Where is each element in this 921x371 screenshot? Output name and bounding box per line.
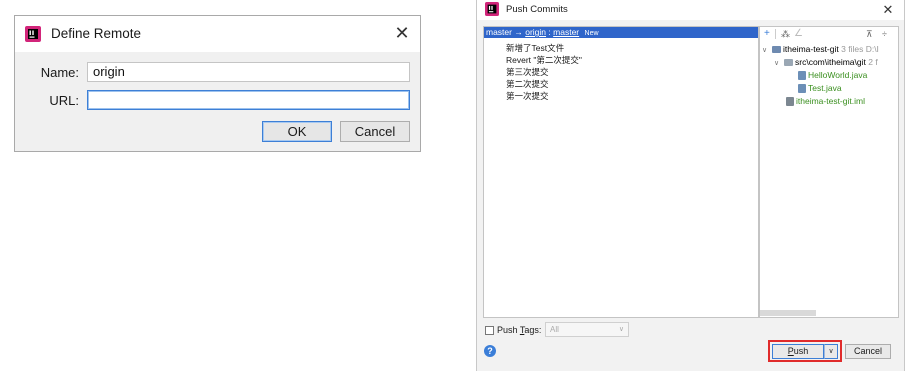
push-commits-dialog: Push Commits ✕ master → origin : master … — [476, 0, 905, 371]
dialog-titlebar: Define Remote ✕ — [15, 16, 420, 52]
label-part: Push — [497, 325, 520, 335]
edit-icon[interactable]: ∠ — [794, 28, 803, 40]
commits-list[interactable]: master → origin : master New 新增了Test文件 R… — [483, 26, 759, 318]
chevron-down-icon[interactable]: ∨ — [774, 58, 782, 69]
commit-item[interactable]: 新增了Test文件 — [506, 42, 564, 54]
cancel-button[interactable]: Cancel — [845, 344, 891, 359]
file-name: HelloWorld.java — [808, 70, 868, 80]
new-badge: New — [584, 30, 599, 37]
commit-item[interactable]: 第一次提交 — [506, 90, 549, 102]
tree-file[interactable]: HelloWorld.java — [798, 70, 867, 81]
help-icon[interactable]: ? — [484, 345, 496, 357]
file-name: itheima-test-git.iml — [796, 96, 865, 106]
commit-item[interactable]: Revert "第二次提交" — [506, 54, 582, 66]
define-remote-dialog: Define Remote ✕ Name: origin URL: OK Can… — [14, 15, 421, 152]
push-dropdown-button[interactable]: ∨ — [824, 344, 838, 359]
iml-file-icon — [786, 97, 794, 107]
branch-row[interactable]: master → origin : master New — [484, 27, 758, 38]
root-name: itheima-test-git — [783, 44, 839, 54]
changes-tree[interactable]: + ⁂ ∠ ⊼ ÷ ∨ itheima-test-git 3 files D:\I… — [759, 26, 899, 318]
file-name: Test.java — [808, 83, 842, 93]
tree-folder[interactable]: ∨ src\com\itheima\git 2 f — [774, 57, 878, 69]
folder-icon — [784, 59, 793, 67]
folder-meta: 2 f — [868, 57, 878, 67]
folder-name: src\com\itheima\git — [795, 57, 866, 67]
arrow-icon: → — [514, 27, 523, 37]
chevron-down-icon: ∨ — [618, 326, 624, 333]
commit-item[interactable]: 第二次提交 — [506, 78, 549, 90]
name-label: Name: — [40, 65, 79, 80]
expand-all-icon[interactable]: ⊼ — [866, 28, 873, 40]
tree-root[interactable]: ∨ itheima-test-git 3 files D:\I — [762, 44, 879, 56]
module-folder-icon — [772, 46, 781, 54]
push-button[interactable]: Push — [772, 344, 824, 359]
tags-select-value: All — [550, 325, 559, 334]
intellij-app-icon — [25, 26, 41, 42]
tree-file[interactable]: Test.java — [798, 83, 842, 94]
close-icon[interactable]: ✕ — [881, 2, 895, 18]
url-label: URL: — [49, 93, 79, 108]
tree-toolbar: + ⁂ ∠ ⊼ ÷ — [760, 27, 898, 42]
chevron-down-icon[interactable]: ∨ — [762, 45, 770, 56]
java-file-icon — [798, 71, 806, 81]
ok-button[interactable]: OK — [262, 121, 332, 142]
label-part: ags: — [524, 325, 542, 335]
name-field[interactable]: origin — [87, 62, 410, 82]
dialog-title: Define Remote — [51, 26, 142, 41]
push-tags-label: Push Tags: — [497, 325, 541, 335]
intellij-app-icon — [485, 2, 499, 16]
commit-item[interactable]: 第三次提交 — [506, 66, 549, 78]
cancel-button[interactable]: Cancel — [340, 121, 410, 142]
dialog-title: Push Commits — [506, 4, 568, 15]
chevron-down-icon: ∨ — [828, 348, 834, 355]
remote-link[interactable]: origin — [525, 27, 546, 37]
close-icon[interactable]: ✕ — [391, 22, 413, 44]
toolbar-divider — [775, 29, 776, 39]
push-tags-checkbox[interactable] — [485, 326, 494, 335]
dialog-titlebar: Push Commits ✕ — [477, 0, 904, 20]
horizontal-scrollbar[interactable] — [760, 310, 816, 316]
java-file-icon — [798, 84, 806, 94]
url-field[interactable] — [87, 90, 410, 110]
push-label: ush — [793, 346, 809, 356]
tree-file[interactable]: itheima-test-git.iml — [786, 96, 865, 107]
local-branch: master — [486, 27, 512, 37]
remote-branch-link[interactable]: master — [553, 27, 579, 37]
add-icon[interactable]: + — [764, 28, 770, 40]
root-meta: 3 files D:\I — [841, 44, 879, 54]
branch-separator: : — [548, 27, 551, 37]
group-by-icon[interactable]: ⁂ — [781, 28, 790, 40]
collapse-all-icon[interactable]: ÷ — [882, 28, 887, 40]
tags-select[interactable]: All ∨ — [545, 322, 629, 337]
